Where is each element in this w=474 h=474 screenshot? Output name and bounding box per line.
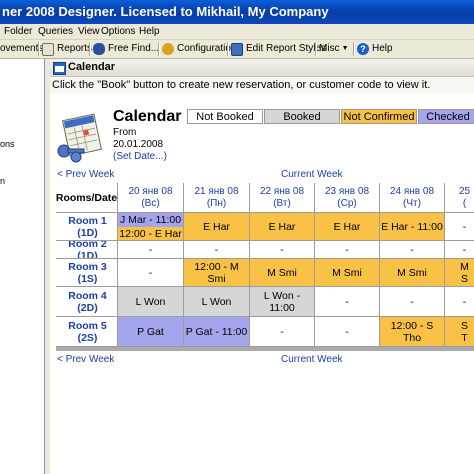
calendar-keys-icon — [57, 113, 102, 163]
configuration-button[interactable]: Configuration — [162, 41, 236, 57]
toolbar-separator — [315, 42, 317, 56]
room-row-header[interactable]: Room 1 (1D) — [56, 213, 118, 241]
booking-cell[interactable]: - — [445, 213, 474, 241]
legend-not-confirmed: Not Confirmed — [341, 109, 417, 124]
legend-checked: Checked — [418, 109, 474, 124]
misc-dropdown[interactable]: Misc ▼ — [319, 41, 349, 57]
from-label: From — [113, 127, 137, 138]
room-row-header[interactable]: Room 4 (2D) — [56, 287, 118, 317]
booking-grid: Rooms/Date 20 янв 08 (Вс) 21 янв 08 (Пн) 22… — [56, 183, 474, 351]
room-row-header[interactable]: Room 3 (1S) — [56, 259, 118, 287]
day-column-header[interactable]: 20 янв 08 (Вс) — [118, 183, 184, 213]
booking-cell[interactable]: - — [315, 317, 380, 347]
day-column-header[interactable]: 25 ( — [445, 183, 474, 213]
legend-not-booked: Not Booked — [187, 109, 263, 124]
booking-cell[interactable]: L Won — [118, 287, 184, 317]
booking-cell[interactable]: E Har - 11:00 — [380, 213, 445, 241]
booking-cell[interactable]: - — [445, 287, 474, 317]
booking-cell[interactable]: 12:00 - S Tho — [380, 317, 445, 347]
menu-queries[interactable]: Queries — [38, 24, 73, 39]
free-find-label: Free Find... — [108, 43, 160, 54]
help-label: Help — [372, 43, 393, 54]
booking-cell[interactable]: E Har — [184, 213, 250, 241]
report-style-icon — [231, 42, 243, 56]
toolbar-separator — [353, 42, 355, 56]
booking-cell[interactable]: P Gat — [118, 317, 184, 347]
calendar-panel: Calendar Click the "Book" button to crea… — [50, 59, 474, 474]
instruction-text: Click the "Book" button to create new re… — [50, 77, 474, 93]
toolbar-separator — [38, 42, 40, 56]
room-row-header[interactable]: Room 2 (1D) — [56, 241, 118, 259]
booking-cell[interactable]: - — [380, 241, 445, 259]
window-title: ner 2008 Designer. Licensed to Mikhail, … — [2, 4, 329, 19]
current-week-link[interactable]: Current Week — [281, 169, 343, 181]
booking-cell[interactable]: E Har — [315, 213, 380, 241]
booking-cell[interactable]: S T — [445, 317, 474, 347]
menu-bar: Folder Queries View Options Help — [0, 24, 474, 40]
booking-cell[interactable]: - — [118, 259, 184, 287]
day-column-header[interactable]: 21 янв 08 (Пн) — [184, 183, 250, 213]
menu-view[interactable]: View — [78, 24, 100, 39]
menu-folder[interactable]: Folder — [4, 24, 32, 39]
booking-cell[interactable]: - — [445, 241, 474, 259]
window-titlebar: ner 2008 Designer. Licensed to Mikhail, … — [0, 0, 474, 24]
booking-cell[interactable]: - — [315, 241, 380, 259]
prev-week-link[interactable]: < Prev Week — [57, 354, 114, 366]
toolbar-separator — [89, 42, 91, 56]
nav-item[interactable]: n — [0, 176, 5, 186]
from-date: 20.01.2008 — [113, 139, 164, 150]
legend-booked: Booked — [264, 109, 340, 124]
booking-cell[interactable]: - — [250, 317, 315, 347]
booking-cell[interactable]: 12:00 - E Har — [118, 227, 184, 241]
toolbar-separator — [227, 42, 229, 56]
booking-cell[interactable]: M Smi — [250, 259, 315, 287]
calendar-small-icon — [53, 62, 66, 75]
day-column-header[interactable]: 24 янв 08 (Чт) — [380, 183, 445, 213]
booking-cell[interactable]: M Smi — [315, 259, 380, 287]
current-week-link[interactable]: Current Week — [281, 354, 343, 366]
chevron-down-icon: ▼ — [341, 45, 349, 52]
day-column-header[interactable]: 23 янв 08 (Ср) — [315, 183, 380, 213]
booking-cell[interactable]: - — [184, 241, 250, 259]
menu-help[interactable]: Help — [139, 24, 160, 39]
help-icon: ? — [357, 43, 369, 55]
free-find-button[interactable]: Free Find... — [93, 41, 159, 57]
movements-label: ovements — [0, 43, 44, 54]
reports-icon — [42, 42, 54, 56]
reports-button[interactable]: Reports — [42, 41, 92, 57]
reports-label: Reports — [57, 43, 93, 54]
misc-label: Misc — [319, 43, 340, 54]
edit-report-styles-button[interactable]: Edit Report Styles — [231, 41, 326, 57]
booking-cell[interactable]: E Har — [250, 213, 315, 241]
booking-cell[interactable]: - — [250, 241, 315, 259]
set-date-link[interactable]: (Set Date...) — [113, 151, 167, 163]
panel-header: Calendar — [50, 59, 474, 77]
booking-cell[interactable]: - — [118, 241, 184, 259]
pane-splitter[interactable] — [45, 59, 49, 474]
day-column-header[interactable]: 22 янв 08 (Вт) — [250, 183, 315, 213]
binoculars-icon — [93, 43, 105, 55]
movements-button[interactable]: ovements — [0, 41, 43, 57]
booking-cell[interactable]: L Won - 11:00 — [250, 287, 315, 317]
booking-cell[interactable]: M S — [445, 259, 474, 287]
booking-cell[interactable]: 12:00 - M Smi — [184, 259, 250, 287]
booking-cell[interactable]: P Gat - 11:00 — [184, 317, 250, 347]
room-row-header[interactable]: Room 5 (2S) — [56, 317, 118, 347]
nav-item[interactable]: ons — [0, 139, 15, 149]
booking-cell[interactable]: J Mar - 11:00 — [118, 213, 184, 227]
calendar-title: Calendar — [113, 108, 182, 125]
gear-icon — [162, 43, 174, 55]
booking-cell[interactable]: M Smi — [380, 259, 445, 287]
prev-week-link[interactable]: < Prev Week — [57, 169, 114, 181]
menu-options[interactable]: Options — [101, 24, 135, 39]
toolbar-separator — [158, 42, 160, 56]
grid-corner-header: Rooms/Date — [56, 183, 118, 213]
booking-cell[interactable]: - — [315, 287, 380, 317]
help-button[interactable]: ? Help — [357, 41, 393, 57]
booking-cell[interactable]: - — [380, 287, 445, 317]
booking-cell[interactable]: L Won — [184, 287, 250, 317]
toolbar: ovements Reports Free Find... Configurat… — [0, 40, 474, 59]
panel-title: Calendar — [68, 61, 116, 73]
navigation-pane[interactable]: ons n — [0, 59, 45, 474]
